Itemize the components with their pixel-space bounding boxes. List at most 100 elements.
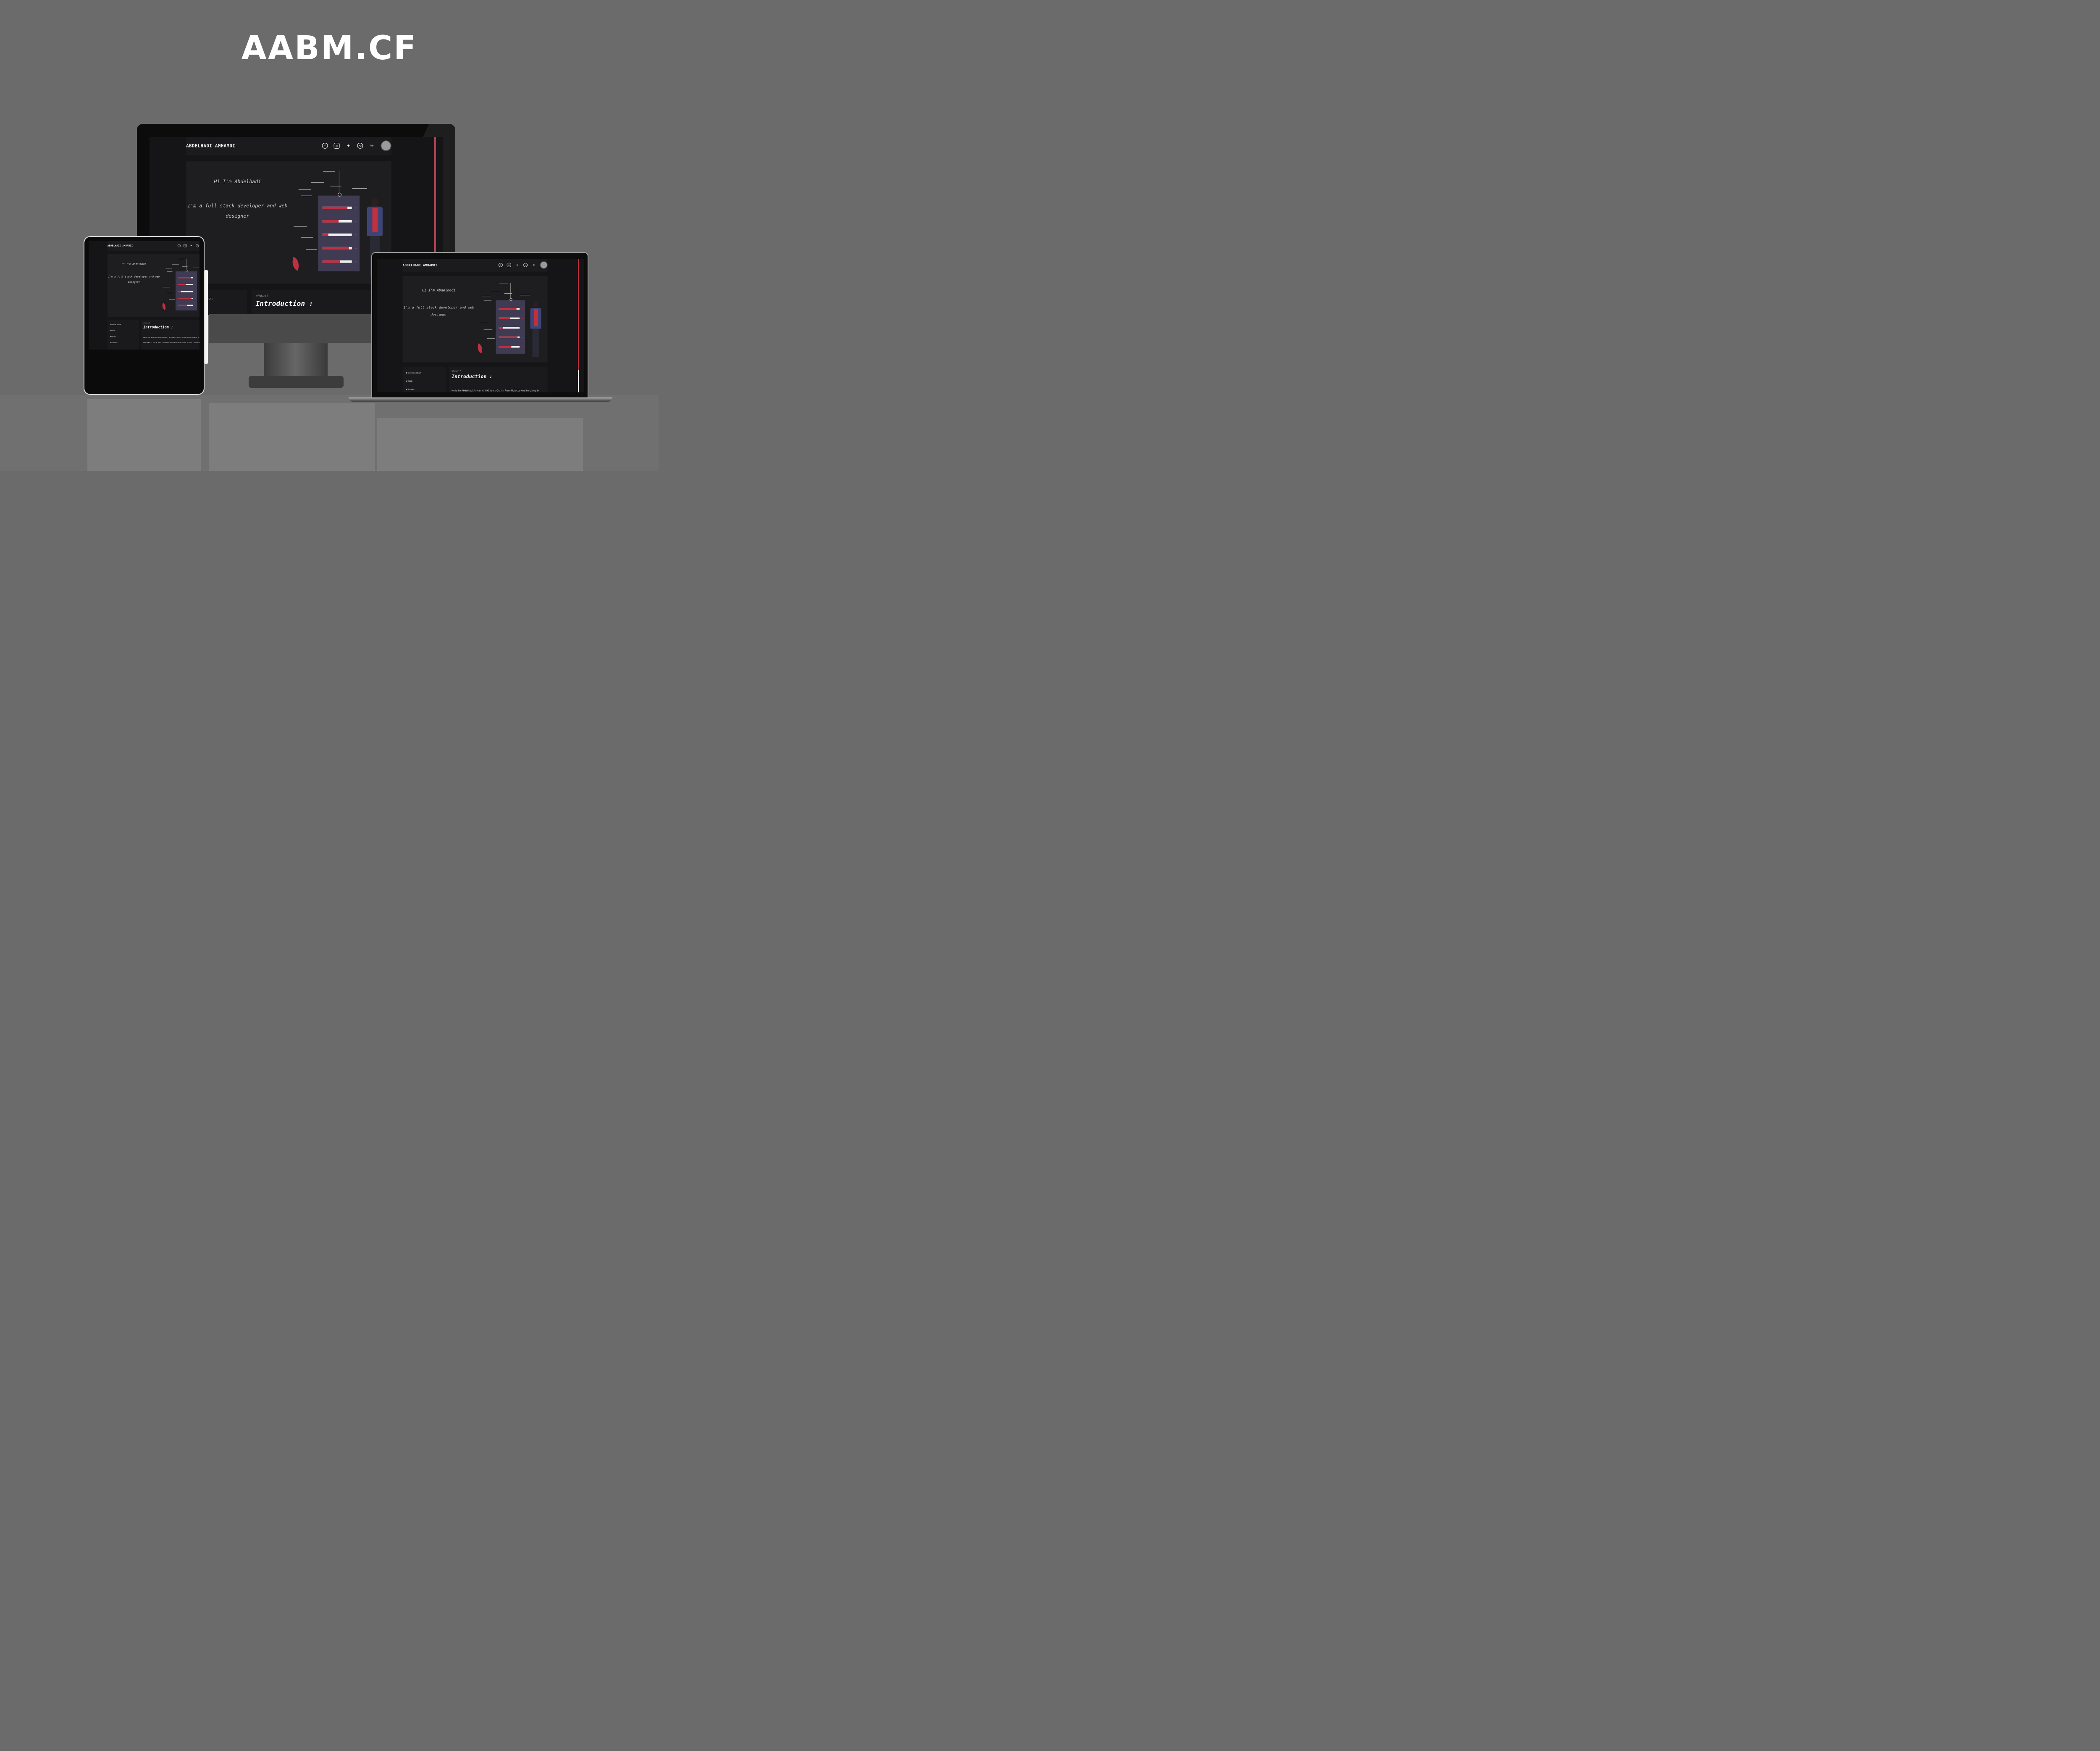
- intro-section: whoiam ? Introduction : Hello Im Abdelha…: [141, 320, 200, 350]
- shelf: [165, 268, 172, 269]
- twitter-icon[interactable]: ✦: [346, 143, 352, 149]
- sidebar-item[interactable]: #Works: [406, 389, 415, 391]
- skill-bar: [322, 260, 352, 263]
- panel-wire: [510, 283, 511, 299]
- skill-bar: [499, 327, 520, 329]
- github-icon[interactable]: ⌥: [523, 263, 528, 267]
- sidebar-item[interactable]: #Introduction: [110, 324, 121, 326]
- leaf-decoration: [475, 343, 484, 353]
- facebook-icon[interactable]: f: [322, 142, 328, 149]
- site-navbar: ABDELHADI AMHAMDI f ◎ ✦ ⌥ ☼: [402, 259, 548, 272]
- skill-bar: [178, 298, 193, 299]
- monitor-reflection: [209, 403, 375, 471]
- hero-section: Hi I'm Abdelhadi I'm a full stack develo…: [402, 276, 548, 363]
- sidebar-item[interactable]: #Skills: [406, 380, 413, 383]
- skill-bar-fill: [322, 260, 340, 263]
- twitter-icon[interactable]: ✦: [190, 244, 193, 247]
- skill-bar: [499, 308, 520, 310]
- hero-tagline: I'm a full stack developer and web desig…: [403, 305, 474, 317]
- skill-bar-fill: [322, 220, 339, 223]
- shelf: [298, 189, 311, 190]
- facebook-icon[interactable]: f: [499, 263, 503, 267]
- skill-bar: [322, 206, 352, 209]
- skill-bar: [178, 277, 193, 279]
- hero-greeting: Hi I'm Abdelhadi: [214, 178, 261, 184]
- instagram-icon[interactable]: ◎: [333, 142, 340, 149]
- social-links: f ◎ ✦ ⌥ ☼: [177, 243, 200, 248]
- website-screen: ABDELHADI AMHAMDI f ◎ ✦ ⌥ ☼ Hi I'm Abdel…: [377, 259, 584, 392]
- person-head: [533, 302, 539, 308]
- sidebar-item[interactable]: #Skills: [110, 330, 115, 332]
- avatar[interactable]: [540, 261, 548, 269]
- laptop-reflection: [377, 418, 583, 471]
- shelf: [163, 287, 170, 288]
- section-heading: Introduction :: [143, 325, 173, 329]
- shelf: [169, 299, 175, 300]
- person-legs: [532, 328, 539, 358]
- skill-dot: [194, 298, 196, 299]
- monitor-foot: [249, 376, 344, 388]
- leaf-decoration: [160, 303, 167, 310]
- person-head: [371, 198, 379, 207]
- sidebar-item[interactable]: #Works: [110, 336, 116, 338]
- section-sidebar: #Introduction #Skills #Works #Contact: [108, 320, 139, 350]
- instagram-icon[interactable]: ◎: [184, 244, 187, 247]
- section-sidebar: #Introduction#Skills#Works#Contact: [402, 366, 446, 392]
- skill-bar-fill: [499, 336, 518, 338]
- section-heading: Introduction :: [452, 373, 493, 379]
- intro-paragraph: Hello Im Abdelhadi Amhamdi I 90 Years Ol…: [143, 337, 200, 344]
- skill-bar-fill: [178, 305, 187, 306]
- skill-bar: [322, 247, 352, 250]
- avatar[interactable]: [381, 140, 391, 151]
- sun-icon[interactable]: ☼: [532, 263, 536, 267]
- skill-bar: [322, 220, 352, 223]
- panel-knob: [509, 298, 512, 301]
- hero-greeting: Hi I'm Abdelhadi: [122, 263, 146, 266]
- skill-dot: [194, 277, 196, 278]
- breadcrumb: whoiam ?: [452, 370, 461, 372]
- leaf-decoration: [289, 257, 302, 271]
- skill-dot: [355, 247, 357, 249]
- skill-bar: [178, 284, 193, 285]
- skill-dot: [522, 308, 523, 310]
- scroll-progress: [578, 259, 579, 370]
- shelf: [504, 293, 512, 294]
- shelf: [499, 283, 508, 284]
- scrollbar[interactable]: [578, 259, 579, 392]
- tablet-screen: ABDELHADI AMHAMDI f ◎ ✦ ⌥ ☼ Hi I'm Abdel…: [89, 241, 200, 390]
- skill-bar-fill: [178, 298, 192, 299]
- instagram-icon[interactable]: ◎: [507, 263, 511, 267]
- skill-bar-fill: [178, 277, 191, 279]
- intro-paragraph: Hello Im Abdelhadi Amhamdi I 90 Years Ol…: [452, 389, 539, 392]
- shelf: [167, 271, 173, 272]
- hero-greeting: Hi I'm Abdelhadi: [422, 288, 456, 292]
- laptop-screen: ABDELHADI AMHAMDI f ◎ ✦ ⌥ ☼ Hi I'm Abdel…: [377, 259, 584, 392]
- sun-icon[interactable]: ☼: [369, 143, 375, 149]
- monitor-stand: [264, 343, 328, 376]
- github-icon[interactable]: ⌥: [196, 244, 199, 247]
- section-heading: Introduction :: [255, 299, 313, 308]
- person-shirt: [372, 208, 378, 232]
- skill-dot: [355, 234, 357, 236]
- facebook-icon[interactable]: f: [177, 244, 181, 247]
- sidebar-item[interactable]: #Introduction: [406, 372, 421, 374]
- shelf: [487, 338, 495, 339]
- twitter-icon[interactable]: ✦: [515, 263, 519, 267]
- site-navbar: ABDELHADI AMHAMDI f ◎ ✦ ⌥ ☼: [108, 241, 200, 251]
- site-brand[interactable]: ABDELHADI AMHAMDI: [186, 143, 235, 148]
- skill-bar-fill: [499, 317, 510, 319]
- shelf: [310, 182, 324, 183]
- skill-dot: [522, 318, 523, 319]
- skill-dot: [522, 337, 523, 338]
- hero-tagline: I'm a full stack developer and web desig…: [187, 202, 288, 219]
- breadcrumb: whoiam ?: [143, 322, 150, 324]
- social-links: f ◎ ✦ ⌥ ☼: [499, 261, 548, 269]
- site-brand[interactable]: ABDELHADI AMHAMDI: [403, 263, 438, 267]
- github-icon[interactable]: ⌥: [357, 142, 363, 149]
- panel-knob: [186, 270, 188, 272]
- shelf: [182, 266, 188, 267]
- social-links: f ◎ ✦ ⌥ ☼: [322, 140, 391, 151]
- site-brand[interactable]: ABDELHADI AMHAMDI: [108, 245, 133, 247]
- sidebar-item[interactable]: #Contact: [110, 342, 117, 344]
- shelf: [483, 300, 492, 301]
